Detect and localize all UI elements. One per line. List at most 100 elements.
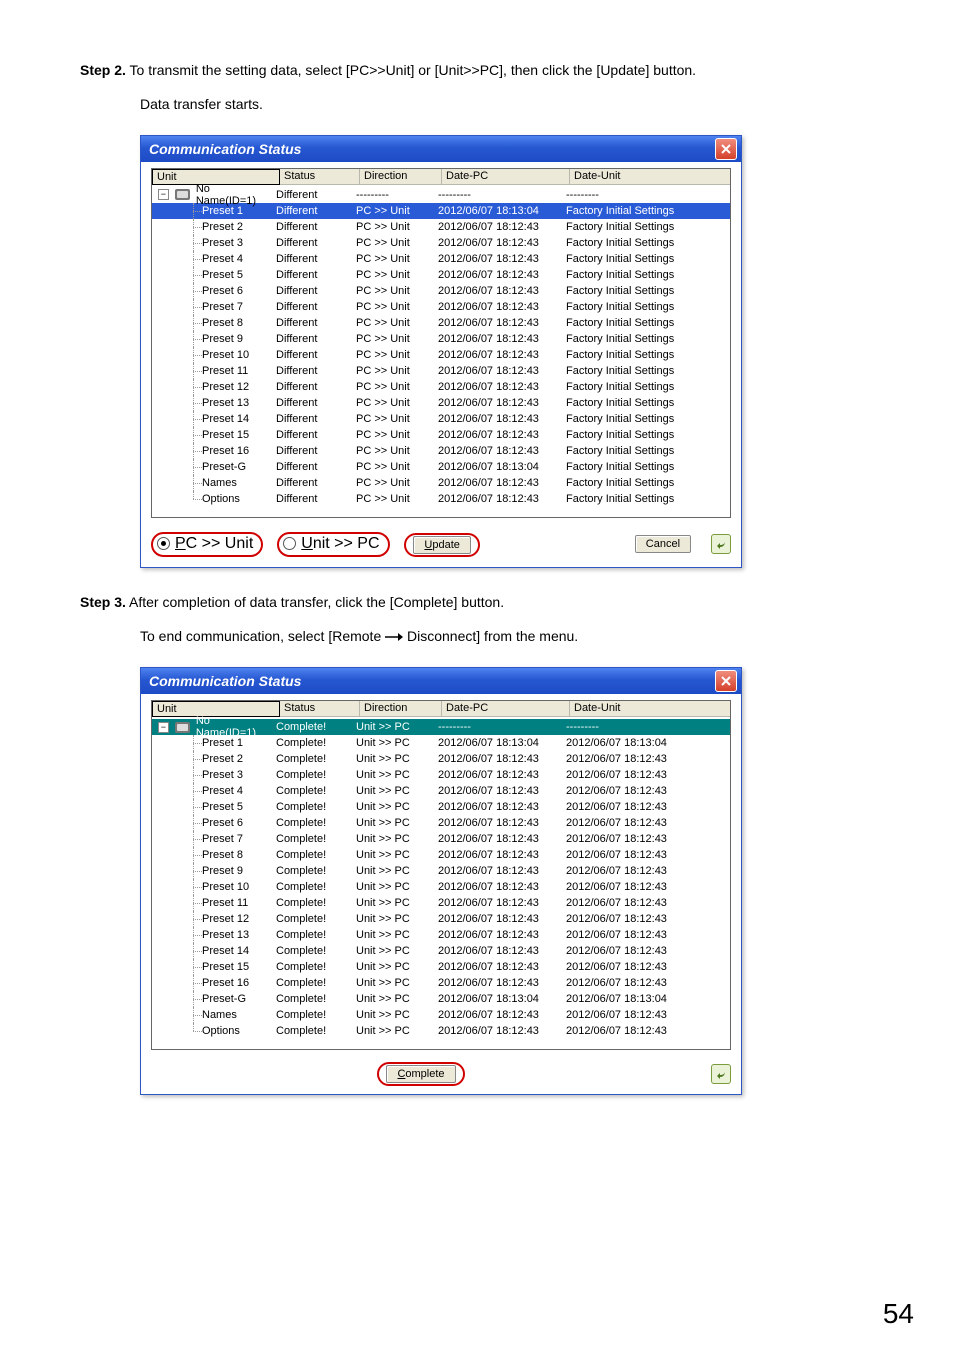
tree-row[interactable]: Preset 9Complete!Unit >> PC2012/06/07 18… (152, 863, 730, 879)
tree-row[interactable]: Preset 9DifferentPC >> Unit2012/06/07 18… (152, 331, 730, 347)
device-icon (175, 189, 190, 200)
dir-cell: PC >> Unit (352, 365, 434, 377)
tree-row[interactable]: NamesComplete!Unit >> PC2012/06/07 18:12… (152, 1007, 730, 1023)
col-date-unit[interactable]: Date-Unit (570, 701, 730, 717)
arrow-right-icon (385, 627, 403, 647)
close-icon[interactable] (715, 670, 737, 692)
tree-row[interactable]: Preset 1Complete!Unit >> PC2012/06/07 18… (152, 735, 730, 751)
tree-view[interactable]: −No Name(ID=1)Complete!Unit >> PC-------… (152, 717, 730, 1049)
tree-branch-icon (186, 991, 202, 1007)
col-date-pc[interactable]: Date-PC (442, 701, 570, 717)
tree-row[interactable]: Preset 12DifferentPC >> Unit2012/06/07 1… (152, 379, 730, 395)
tree-branch-icon (186, 847, 202, 863)
tree-row[interactable]: Preset 15Complete!Unit >> PC2012/06/07 1… (152, 959, 730, 975)
tree-row[interactable]: Preset-GDifferentPC >> Unit2012/06/07 18… (152, 459, 730, 475)
dir-cell: Unit >> PC (352, 785, 434, 797)
tree-row[interactable]: Preset 3DifferentPC >> Unit2012/06/07 18… (152, 235, 730, 251)
tree-row[interactable]: Preset 11Complete!Unit >> PC2012/06/07 1… (152, 895, 730, 911)
complete-button[interactable]: Complete (386, 1065, 455, 1083)
collapse-icon[interactable]: − (158, 722, 169, 733)
tree-row[interactable]: Preset 12Complete!Unit >> PC2012/06/07 1… (152, 911, 730, 927)
tree-branch-icon (186, 299, 202, 315)
radio-pc-to-unit[interactable]: PC >> Unit (151, 532, 263, 557)
tree-row[interactable]: Preset 14DifferentPC >> Unit2012/06/07 1… (152, 411, 730, 427)
datepc-cell: 2012/06/07 18:12:43 (434, 945, 562, 957)
col-direction[interactable]: Direction (360, 169, 442, 185)
help-icon[interactable] (711, 1064, 731, 1084)
tree-row[interactable]: Preset 5DifferentPC >> Unit2012/06/07 18… (152, 267, 730, 283)
unit-name: Options (202, 1025, 240, 1037)
tree-row[interactable]: NamesDifferentPC >> Unit2012/06/07 18:12… (152, 475, 730, 491)
datepc-cell: 2012/06/07 18:12:43 (434, 849, 562, 861)
close-icon[interactable] (715, 138, 737, 160)
dateunit-cell: 2012/06/07 18:12:43 (562, 961, 730, 973)
dir-cell: PC >> Unit (352, 205, 434, 217)
status-cell: Complete! (272, 913, 352, 925)
tree-root-row[interactable]: −No Name(ID=1)Different-----------------… (152, 187, 730, 203)
tree-row[interactable]: Preset-GComplete!Unit >> PC2012/06/07 18… (152, 991, 730, 1007)
update-button[interactable]: Update (413, 536, 470, 554)
tree-branch-icon (186, 315, 202, 331)
col-status[interactable]: Status (280, 169, 360, 185)
dir-cell: PC >> Unit (352, 445, 434, 457)
tree-row[interactable]: Preset 2DifferentPC >> Unit2012/06/07 18… (152, 219, 730, 235)
status-cell: Different (272, 397, 352, 409)
tree-branch-icon (186, 815, 202, 831)
tree-row[interactable]: Preset 13Complete!Unit >> PC2012/06/07 1… (152, 927, 730, 943)
tree-branch-icon (186, 959, 202, 975)
tree-row[interactable]: Preset 5Complete!Unit >> PC2012/06/07 18… (152, 799, 730, 815)
step2-label: Step 2. (80, 62, 126, 78)
titlebar[interactable]: Communication Status (141, 136, 741, 162)
col-date-pc[interactable]: Date-PC (442, 169, 570, 185)
datepc-cell: 2012/06/07 18:12:43 (434, 929, 562, 941)
tree-row[interactable]: Preset 6DifferentPC >> Unit2012/06/07 18… (152, 283, 730, 299)
tree-row[interactable]: Preset 16Complete!Unit >> PC2012/06/07 1… (152, 975, 730, 991)
cancel-button[interactable]: Cancel (635, 535, 691, 553)
unit-name: Preset 5 (202, 269, 243, 281)
tree-row[interactable]: Preset 11DifferentPC >> Unit2012/06/07 1… (152, 363, 730, 379)
tree-row[interactable]: Preset 16DifferentPC >> Unit2012/06/07 1… (152, 443, 730, 459)
col-date-unit[interactable]: Date-Unit (570, 169, 730, 185)
dateunit-cell: 2012/06/07 18:12:43 (562, 849, 730, 861)
tree-root-row[interactable]: −No Name(ID=1)Complete!Unit >> PC-------… (152, 719, 730, 735)
radio-dot-icon (157, 537, 170, 550)
tree-row[interactable]: Preset 6Complete!Unit >> PC2012/06/07 18… (152, 815, 730, 831)
tree-row[interactable]: Preset 13DifferentPC >> Unit2012/06/07 1… (152, 395, 730, 411)
datepc-cell: 2012/06/07 18:12:43 (434, 833, 562, 845)
status-cell: Different (272, 317, 352, 329)
col-status[interactable]: Status (280, 701, 360, 717)
tree-row[interactable]: Preset 10Complete!Unit >> PC2012/06/07 1… (152, 879, 730, 895)
status-cell: Complete! (272, 849, 352, 861)
tree-row[interactable]: Preset 15DifferentPC >> Unit2012/06/07 1… (152, 427, 730, 443)
dir-cell: Unit >> PC (352, 945, 434, 957)
radio-unit-to-pc[interactable]: Unit >> PC (277, 532, 389, 557)
status-cell: Different (272, 429, 352, 441)
tree-row[interactable]: Preset 10DifferentPC >> Unit2012/06/07 1… (152, 347, 730, 363)
tree-row[interactable]: Preset 1DifferentPC >> Unit2012/06/07 18… (152, 203, 730, 219)
help-icon[interactable] (711, 534, 731, 554)
tree-row[interactable]: Preset 4Complete!Unit >> PC2012/06/07 18… (152, 783, 730, 799)
collapse-icon[interactable]: − (158, 189, 169, 200)
datepc-cell: 2012/06/07 18:12:43 (434, 881, 562, 893)
tree-row[interactable]: Preset 8Complete!Unit >> PC2012/06/07 18… (152, 847, 730, 863)
dateunit-cell: Factory Initial Settings (562, 269, 730, 281)
tree-row[interactable]: Preset 3Complete!Unit >> PC2012/06/07 18… (152, 767, 730, 783)
tree-row[interactable]: Preset 7DifferentPC >> Unit2012/06/07 18… (152, 299, 730, 315)
page-number: 54 (883, 1298, 914, 1330)
window-title: Communication Status (149, 673, 301, 689)
tree-row[interactable]: Preset 8DifferentPC >> Unit2012/06/07 18… (152, 315, 730, 331)
tree-row[interactable]: Preset 7Complete!Unit >> PC2012/06/07 18… (152, 831, 730, 847)
titlebar[interactable]: Communication Status (141, 668, 741, 694)
unit-name: Preset 10 (202, 349, 249, 361)
unit-name: Preset 6 (202, 285, 243, 297)
col-direction[interactable]: Direction (360, 701, 442, 717)
tree-row[interactable]: OptionsComplete!Unit >> PC2012/06/07 18:… (152, 1023, 730, 1039)
unit-name: Preset 13 (202, 929, 249, 941)
tree-row[interactable]: Preset 4DifferentPC >> Unit2012/06/07 18… (152, 251, 730, 267)
tree-row[interactable]: Preset 14Complete!Unit >> PC2012/06/07 1… (152, 943, 730, 959)
datepc-cell: 2012/06/07 18:12:43 (434, 365, 562, 377)
tree-view[interactable]: −No Name(ID=1)Different-----------------… (152, 185, 730, 517)
tree-row[interactable]: OptionsDifferentPC >> Unit2012/06/07 18:… (152, 491, 730, 507)
dateunit-cell: 2012/06/07 18:12:43 (562, 833, 730, 845)
tree-row[interactable]: Preset 2Complete!Unit >> PC2012/06/07 18… (152, 751, 730, 767)
